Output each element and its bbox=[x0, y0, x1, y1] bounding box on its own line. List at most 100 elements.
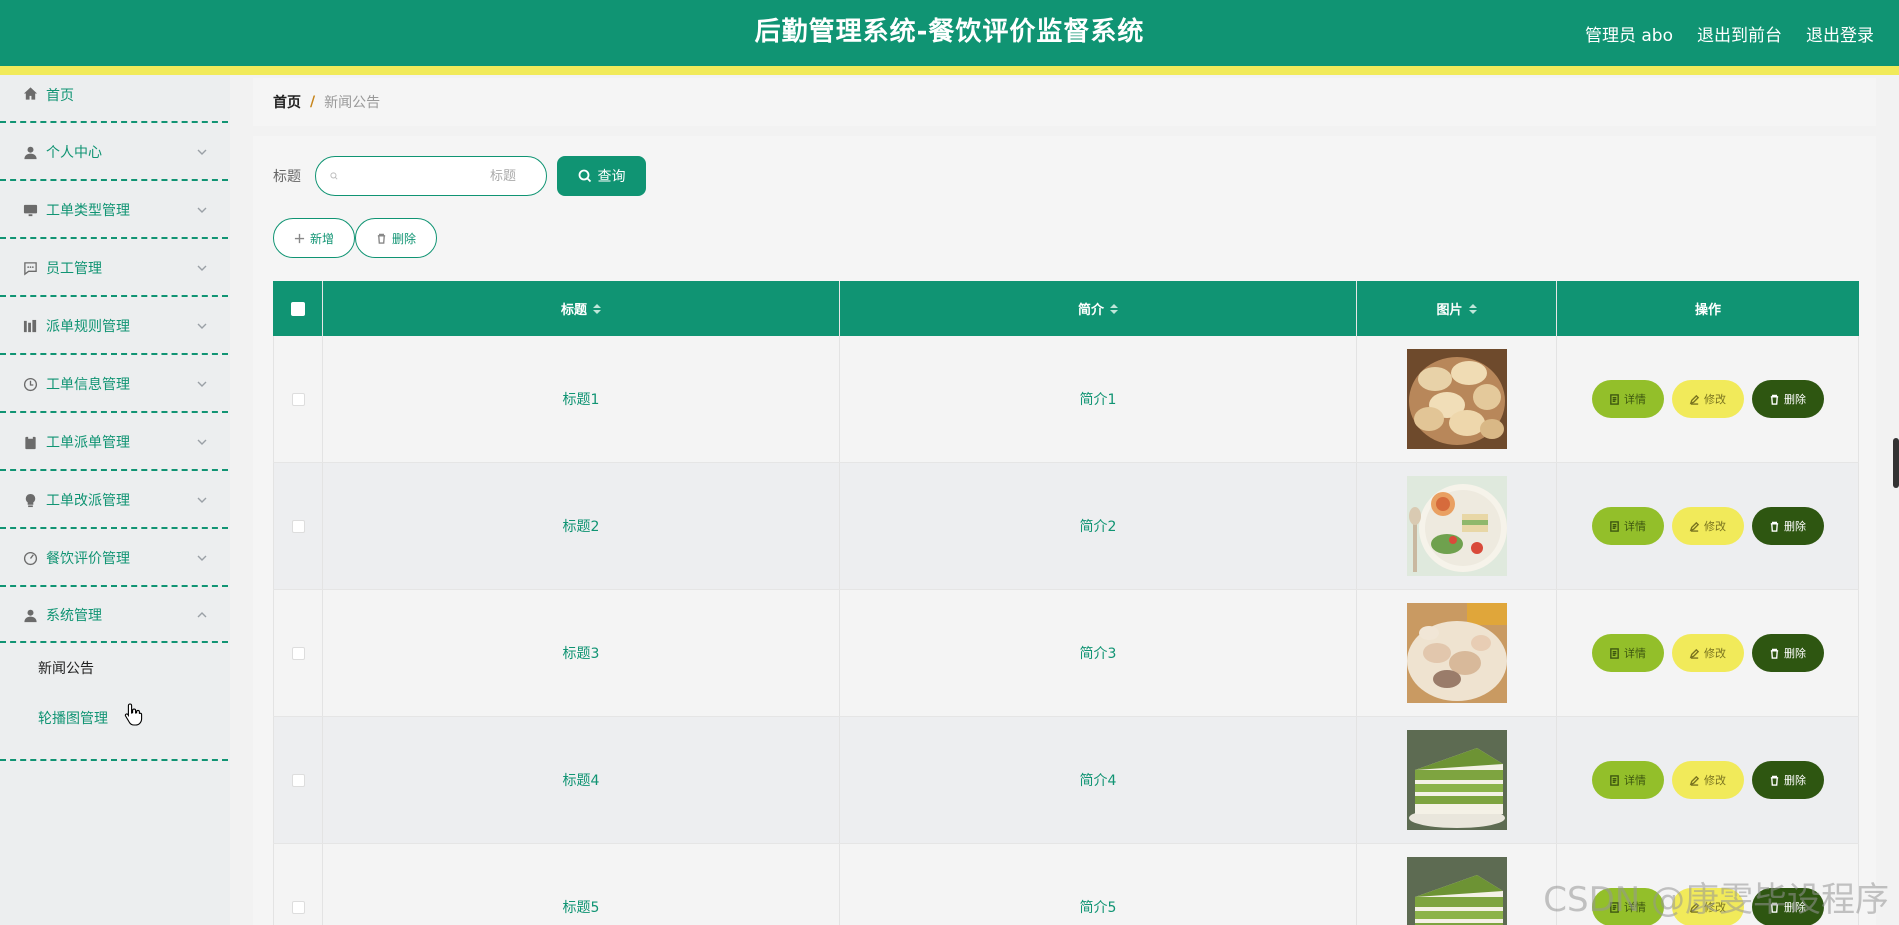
admin-user-link[interactable]: 管理员 abo bbox=[1585, 21, 1673, 46]
trash-icon bbox=[1770, 775, 1779, 786]
sort-icon[interactable] bbox=[593, 303, 601, 314]
monitor-icon bbox=[22, 202, 38, 218]
sidebar-item-ticket-type[interactable]: 工单类型管理 bbox=[0, 181, 230, 239]
row-checkbox[interactable] bbox=[291, 900, 305, 914]
picture-cell bbox=[1357, 590, 1557, 716]
table-row: 标题2 简介2 详情 修改 删除 bbox=[273, 463, 1859, 590]
search-field[interactable] bbox=[315, 156, 547, 196]
delete-button-label: 删除 bbox=[392, 231, 417, 246]
pencil-icon bbox=[1689, 521, 1700, 532]
sort-icon[interactable] bbox=[1110, 303, 1118, 314]
delete-button[interactable]: 删除 bbox=[1751, 634, 1824, 672]
search-icon bbox=[330, 172, 338, 180]
chevron-down-icon bbox=[196, 262, 208, 274]
front-link[interactable]: 退出到前台 bbox=[1697, 21, 1782, 46]
query-button[interactable]: 查询 bbox=[557, 156, 646, 196]
document-icon bbox=[1610, 520, 1619, 532]
sidebar-item-ticket-dispatch[interactable]: 工单派单管理 bbox=[0, 413, 230, 471]
sidebar-item-dispatch-rules[interactable]: 派单规则管理 bbox=[0, 297, 230, 355]
clock-icon bbox=[22, 376, 38, 392]
column-header-brief[interactable]: 简介 bbox=[840, 281, 1357, 336]
watermark: CSDN @康雯毕设程序 bbox=[1543, 880, 1889, 920]
edit-button[interactable]: 修改 bbox=[1671, 380, 1744, 418]
detail-button[interactable]: 详情 bbox=[1591, 761, 1664, 799]
edit-label: 修改 bbox=[1704, 647, 1726, 660]
matcha-cake-image[interactable] bbox=[1406, 857, 1507, 925]
trash-icon bbox=[1770, 521, 1779, 532]
sidebar-item-system[interactable]: 系统管理 bbox=[0, 587, 230, 643]
breadcrumb-home[interactable]: 首页 bbox=[273, 92, 301, 112]
breadcrumb: 首页 / 新闻公告 bbox=[253, 78, 1876, 126]
sidebar-item-dining-review[interactable]: 餐饮评价管理 bbox=[0, 529, 230, 587]
brief-cell: 简介1 bbox=[840, 336, 1357, 462]
row-checkbox[interactable] bbox=[291, 646, 305, 660]
sidebar-subitem-news[interactable]: 新闻公告 bbox=[0, 643, 230, 693]
row-check-cell bbox=[273, 463, 323, 589]
trash-icon bbox=[377, 233, 386, 244]
hotpot-image[interactable] bbox=[1406, 603, 1507, 703]
sidebar-item-label: 首页 bbox=[46, 88, 74, 104]
delete-button[interactable]: 删除 bbox=[1751, 380, 1824, 418]
select-all-checkbox[interactable] bbox=[290, 301, 305, 316]
sidebar-item-ticket-reassign[interactable]: 工单改派管理 bbox=[0, 471, 230, 529]
chat-icon bbox=[22, 260, 38, 276]
table-row: 标题4 简介4 详情 修改 删除 bbox=[273, 717, 1859, 844]
chevron-down-icon bbox=[196, 552, 208, 564]
sidebar-item-label: 员工管理 bbox=[46, 261, 102, 277]
detail-button[interactable]: 详情 bbox=[1591, 380, 1664, 418]
delete-button[interactable]: 删除 bbox=[1751, 507, 1824, 545]
row-check-cell bbox=[273, 844, 323, 925]
row-checkbox[interactable] bbox=[291, 773, 305, 787]
edit-button[interactable]: 修改 bbox=[1671, 507, 1744, 545]
breadcrumb-separator: / bbox=[310, 94, 316, 110]
detail-button[interactable]: 详情 bbox=[1591, 634, 1664, 672]
row-check-cell bbox=[273, 717, 323, 843]
bulb-icon bbox=[22, 492, 38, 508]
detail-button[interactable]: 详情 bbox=[1591, 507, 1664, 545]
column-header-title[interactable]: 标题 bbox=[323, 281, 840, 336]
picture-cell bbox=[1357, 717, 1557, 843]
search-input[interactable] bbox=[346, 168, 532, 184]
sidebar-subitem-carousel[interactable]: 轮播图管理 bbox=[0, 693, 230, 743]
edit-label: 修改 bbox=[1704, 393, 1726, 406]
row-checkbox[interactable] bbox=[291, 392, 305, 406]
dumplings-image[interactable] bbox=[1406, 349, 1507, 449]
sort-icon[interactable] bbox=[1468, 303, 1477, 314]
chevron-up-icon bbox=[196, 609, 208, 621]
user-icon bbox=[22, 144, 38, 160]
chart-icon bbox=[22, 318, 38, 334]
document-icon bbox=[1610, 774, 1619, 786]
row-checkbox[interactable] bbox=[291, 519, 305, 533]
header-accent-bar bbox=[0, 66, 1899, 75]
sidebar-item-staff[interactable]: 员工管理 bbox=[0, 239, 230, 297]
edit-label: 修改 bbox=[1704, 520, 1726, 533]
batch-delete-button[interactable]: 删除 bbox=[355, 218, 438, 258]
edit-button[interactable]: 修改 bbox=[1671, 761, 1744, 799]
salad-plate-image[interactable] bbox=[1406, 476, 1507, 576]
edit-button[interactable]: 修改 bbox=[1671, 634, 1744, 672]
actions-cell: 详情 修改 删除 bbox=[1557, 717, 1859, 843]
search-bar: 标题 查询 bbox=[273, 156, 646, 196]
select-all-cell bbox=[273, 281, 323, 336]
scrollbar-thumb[interactable] bbox=[1893, 438, 1899, 488]
column-header-picture[interactable]: 图片 bbox=[1357, 281, 1557, 336]
delete-button[interactable]: 删除 bbox=[1751, 761, 1824, 799]
sidebar-item-personal-center[interactable]: 个人中心 bbox=[0, 123, 230, 181]
add-button[interactable]: 新增 bbox=[273, 218, 356, 258]
delete-label: 删除 bbox=[1784, 774, 1806, 787]
system-submenu: 新闻公告 轮播图管理 bbox=[0, 643, 230, 761]
logout-link[interactable]: 退出登录 bbox=[1806, 21, 1874, 46]
sidebar-item-label: 工单信息管理 bbox=[46, 377, 130, 393]
sidebar-item-label: 工单改派管理 bbox=[46, 493, 130, 509]
picture-cell bbox=[1357, 463, 1557, 589]
sidebar-item-label: 工单类型管理 bbox=[46, 203, 130, 219]
action-bar: 新增 删除 bbox=[273, 218, 438, 258]
chevron-down-icon bbox=[196, 378, 208, 390]
matcha-cake-image[interactable] bbox=[1406, 730, 1507, 830]
sidebar-item-home[interactable]: 首页 bbox=[0, 75, 230, 123]
actions-cell: 详情 修改 删除 bbox=[1557, 590, 1859, 716]
detail-label: 详情 bbox=[1624, 647, 1646, 660]
search-label: 标题 bbox=[273, 169, 301, 185]
sidebar-item-ticket-info[interactable]: 工单信息管理 bbox=[0, 355, 230, 413]
add-button-label: 新增 bbox=[310, 231, 335, 246]
